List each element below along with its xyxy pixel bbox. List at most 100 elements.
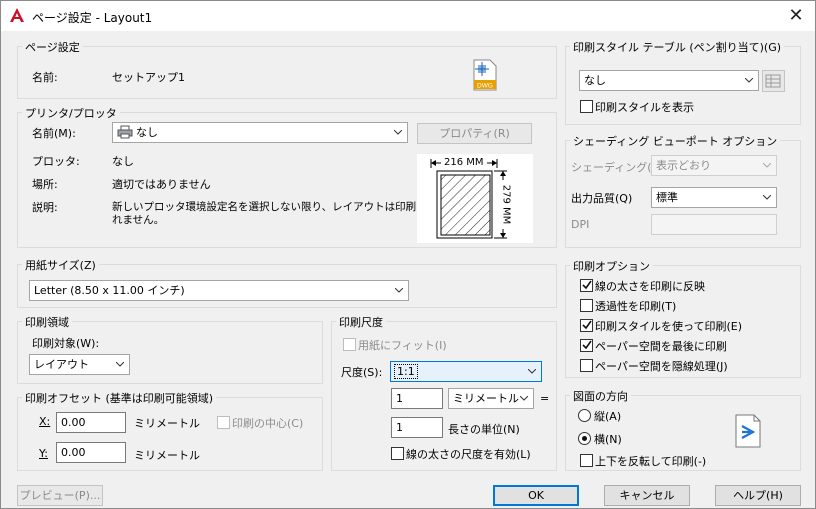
printer-name-value: なし <box>136 126 158 139</box>
dpi-input[interactable] <box>651 214 777 235</box>
description-line-2: れません。 <box>112 214 165 226</box>
ok-button[interactable]: OK <box>493 485 579 506</box>
paper-preview: 216 MM 279 MM <box>417 154 533 243</box>
plot-style-table-legend: 印刷スタイル テーブル (ペン割り当て)(G) <box>570 39 785 55</box>
plot-option-label: 印刷スタイルを使って印刷(E) <box>595 320 742 333</box>
display-plot-styles-checkbox[interactable] <box>580 100 593 113</box>
check-icon <box>582 320 592 330</box>
help-button[interactable]: ヘルプ(H) <box>715 485 801 506</box>
offset-y-input[interactable]: 0.00 <box>56 442 126 463</box>
plotter-value: なし <box>112 155 134 168</box>
fit-to-paper-checkbox[interactable] <box>343 338 356 351</box>
display-plot-styles-label: 印刷スタイルを表示 <box>595 101 694 114</box>
portrait-radio[interactable] <box>578 409 591 422</box>
preview-height-label: 279 MM <box>500 184 512 225</box>
shaded-viewport-legend: シェーディング ビューポート オプション <box>570 133 781 149</box>
upside-down-checkbox[interactable] <box>580 454 593 467</box>
plot-option-checkbox[interactable] <box>580 299 593 312</box>
cancel-button[interactable]: キャンセル <box>604 485 690 506</box>
scale-value1-input[interactable]: 1 <box>391 388 443 409</box>
portrait-label: 縦(A) <box>594 410 622 423</box>
scale-select[interactable]: 1:1 <box>390 361 542 382</box>
paper-size-select[interactable]: Letter (8.50 x 11.00 インチ) <box>29 280 409 301</box>
plot-area-select[interactable]: レイアウト <box>29 354 130 375</box>
dwg-file-icon: DWG <box>473 59 497 91</box>
offset-y-label: Y: <box>39 447 48 460</box>
printer-icon <box>117 125 133 139</box>
plot-option-checkbox[interactable] <box>580 339 593 352</box>
paper-size-value: Letter (8.50 x 11.00 インチ) <box>34 284 185 297</box>
preview-width-label: 216 MM <box>444 157 484 168</box>
plot-option-label: ペーパー空間を最後に印刷 <box>595 340 727 353</box>
chevron-down-icon <box>763 163 771 168</box>
page-setup-legend: ページ設定 <box>22 39 83 55</box>
plotter-label: プロッタ: <box>32 155 80 168</box>
window-title: ページ設定 - Layout1 <box>32 11 153 25</box>
edit-plot-style-button[interactable] <box>762 70 785 92</box>
plot-option-checkbox[interactable] <box>580 279 593 292</box>
quality-label: 出力品質(Q) <box>571 192 633 205</box>
quality-select[interactable]: 標準 <box>651 187 777 208</box>
scale-lineweights-label: 線の太さの尺度を有効(L) <box>406 448 531 461</box>
plot-area-value: レイアウト <box>34 358 89 371</box>
scale-label: 尺度(S): <box>341 366 383 379</box>
chevron-down-icon <box>528 369 536 374</box>
check-icon <box>582 280 592 290</box>
center-plot-checkbox[interactable] <box>217 416 230 429</box>
landscape-orientation-icon <box>735 414 761 448</box>
plot-area-legend: 印刷領域 <box>22 314 72 330</box>
location-value: 適切ではありません <box>112 178 211 191</box>
offset-x-unit: ミリメートル <box>134 417 200 430</box>
plot-option-label: 透過性を印刷(T) <box>595 300 677 313</box>
plot-style-table-select[interactable]: なし <box>579 70 759 91</box>
title-bar: ページ設定 - Layout1 ✕ <box>1 1 815 31</box>
orientation-legend: 図面の方向 <box>570 388 631 404</box>
shade-plot-value: 表示どおり <box>656 159 711 172</box>
printer-name-select[interactable]: なし <box>112 122 408 143</box>
scale-lineweights-checkbox[interactable] <box>391 447 404 460</box>
page-setup-name-label: 名前: <box>32 71 58 84</box>
scale-equals: = <box>540 392 550 405</box>
printer-legend: プリンタ/プロッタ <box>22 105 120 121</box>
scale-value: 1:1 <box>394 364 418 379</box>
printer-name-label: 名前(M): <box>32 127 76 140</box>
plot-style-table-value: なし <box>584 74 606 87</box>
chevron-down-icon <box>395 288 403 293</box>
scale-value2-input[interactable]: 1 <box>391 417 443 438</box>
offset-x-input[interactable]: 0.00 <box>56 412 126 433</box>
plot-option-label: ペーパー空間を隠線処理(J) <box>595 360 728 373</box>
scale-unit-value: ミリメートル <box>453 392 519 405</box>
radio-selected-dot <box>582 436 587 441</box>
preview-button[interactable]: プレビュー(P)... <box>17 485 103 506</box>
plot-option-checkbox[interactable] <box>580 319 593 332</box>
offset-y-unit: ミリメートル <box>134 449 200 462</box>
scale-unit-select[interactable]: ミリメートル <box>448 388 534 409</box>
plot-area-what-label: 印刷対象(W): <box>32 337 100 350</box>
quality-value: 標準 <box>656 191 678 204</box>
chevron-down-icon <box>763 195 771 200</box>
shade-plot-select[interactable]: 表示どおり <box>651 155 777 176</box>
chevron-down-icon <box>394 130 402 135</box>
chevron-down-icon <box>116 362 124 367</box>
properties-button[interactable]: プロパティ(R) <box>417 123 532 144</box>
description-label: 説明: <box>32 201 58 214</box>
chevron-down-icon <box>745 78 753 83</box>
plot-option-checkbox[interactable] <box>580 359 593 372</box>
close-icon[interactable]: ✕ <box>785 5 807 27</box>
plot-options-legend: 印刷オプション <box>570 258 653 274</box>
landscape-radio[interactable] <box>578 432 591 445</box>
plot-option-label: 線の太さを印刷に反映 <box>595 280 705 293</box>
center-plot-label: 印刷の中心(C) <box>232 417 304 430</box>
plot-scale-legend: 印刷尺度 <box>336 314 386 330</box>
paper-size-legend: 用紙サイズ(Z) <box>22 257 99 273</box>
offset-x-label: X: <box>39 415 51 428</box>
page-setup-dialog: ページ設定 - Layout1 ✕ ページ設定 名前: セットアップ1 DWG … <box>0 0 816 509</box>
table-edit-icon <box>765 74 781 88</box>
svg-text:DWG: DWG <box>477 83 493 90</box>
autocad-logo-icon <box>10 8 24 22</box>
upside-down-label: 上下を反転して印刷(-) <box>595 455 707 468</box>
chevron-down-icon <box>520 396 528 401</box>
landscape-label: 横(N) <box>594 433 622 446</box>
page-setup-name-value: セットアップ1 <box>112 71 185 84</box>
dpi-label: DPI <box>571 218 590 231</box>
